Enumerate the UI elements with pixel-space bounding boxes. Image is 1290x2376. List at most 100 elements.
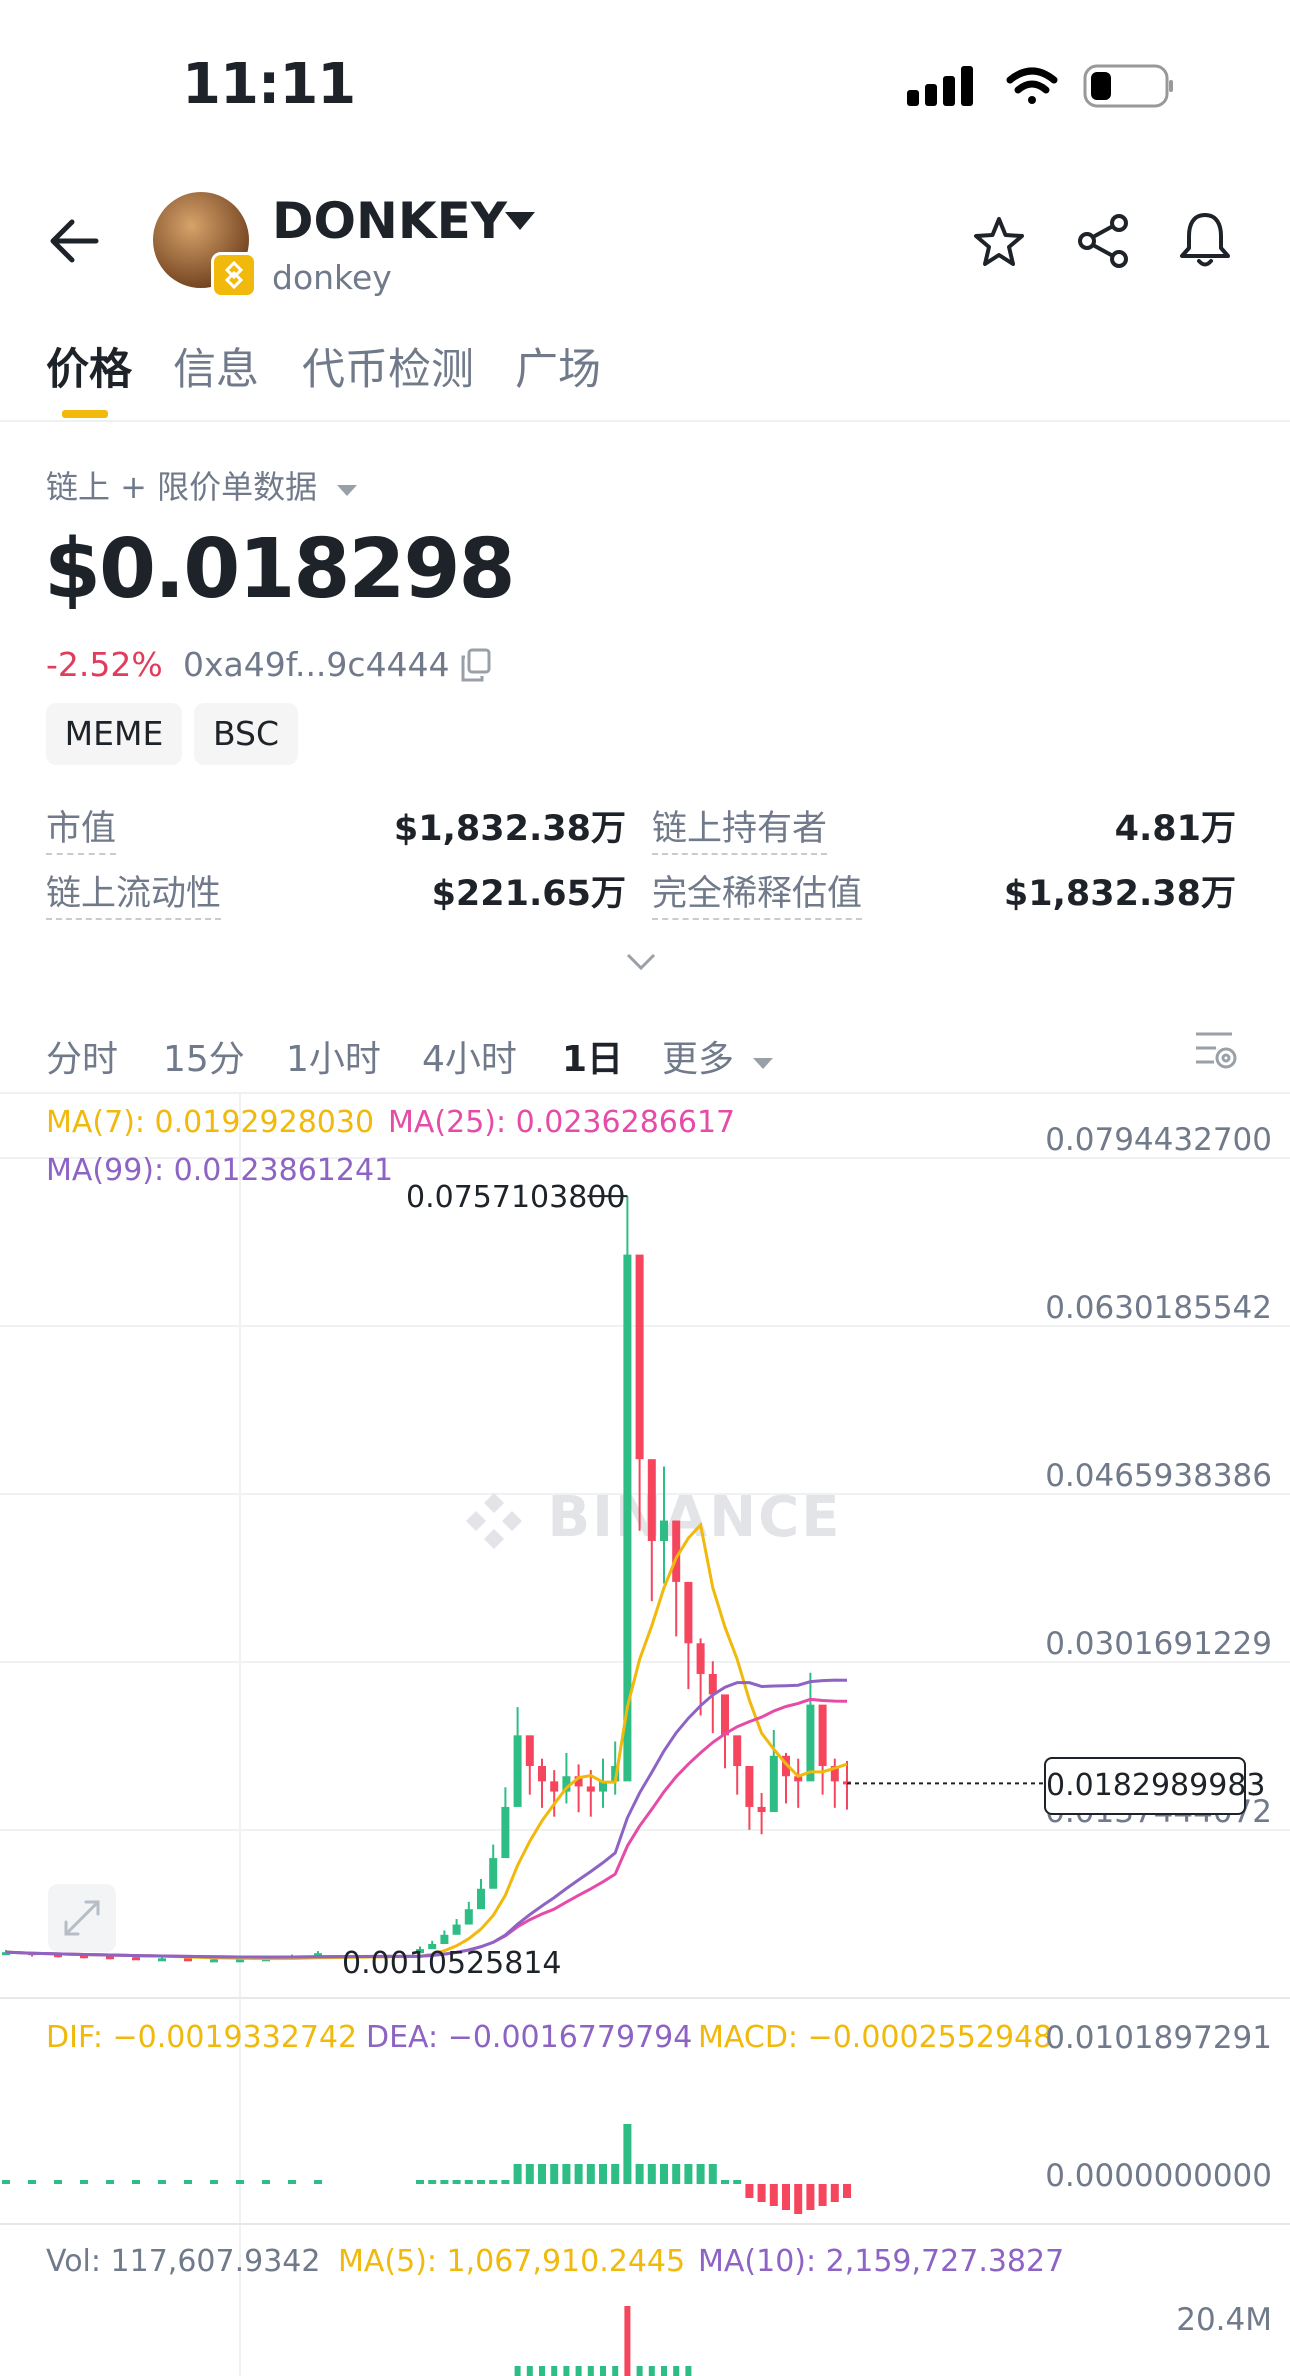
macd-histogram-bar — [28, 2180, 36, 2184]
tab-divider — [0, 420, 1290, 422]
candle-body — [464, 1909, 473, 1925]
macd-histogram-bar — [757, 2184, 766, 2202]
macd-histogram-bar — [721, 2180, 729, 2184]
bell-icon[interactable] — [1177, 210, 1233, 270]
macd-histogram-bar — [794, 2184, 803, 2214]
macd-histogram-bar — [684, 2164, 693, 2184]
current-price-tag: 0.0182989983 — [1044, 1757, 1266, 1815]
market-cap-label[interactable]: 市值 — [46, 800, 117, 855]
data-source-select[interactable]: 链上 + 限价单数据 — [46, 462, 359, 508]
macd-histogram-bar — [806, 2184, 815, 2210]
macd-axis-label: 0.0101897291 — [1045, 2020, 1272, 2056]
star-icon[interactable] — [971, 215, 1027, 269]
timeframe-15m[interactable]: 15分 — [163, 1030, 245, 1082]
macd-histogram-bar — [733, 2180, 742, 2184]
battery-icon — [1083, 64, 1173, 108]
candle-body — [745, 1766, 754, 1807]
macd-histogram-bar — [611, 2164, 620, 2184]
price-axis-label: 0.0465938386 — [1045, 1458, 1272, 1494]
timeframe-line[interactable]: 分时 — [46, 1030, 118, 1082]
macd-histogram-bar — [708, 2164, 717, 2184]
macd-histogram-bar — [550, 2164, 559, 2184]
macd-histogram-bar — [745, 2184, 754, 2198]
volume-bar — [551, 2366, 558, 2376]
copy-icon[interactable] — [460, 648, 492, 682]
macd-histogram-bar — [106, 2180, 114, 2184]
macd-histogram-bar — [236, 2180, 244, 2184]
dea-label: DEA: −0.0016779794 — [366, 2020, 693, 2055]
timeframe-more[interactable]: 更多 — [662, 1030, 775, 1082]
tag-meme[interactable]: MEME — [46, 703, 182, 765]
timeframe-more-label: 更多 — [662, 1039, 735, 1080]
macd-histogram-bar — [428, 2180, 437, 2184]
timeframe-4h[interactable]: 4小时 — [422, 1030, 517, 1082]
data-source-label: 链上 + 限价单数据 — [46, 468, 318, 506]
candle-body — [489, 1858, 498, 1889]
chart-settings-icon[interactable] — [1194, 1030, 1240, 1072]
macd-histogram-bar — [452, 2180, 461, 2184]
macd-histogram-bar — [574, 2164, 583, 2184]
tab-token-check[interactable]: 代币检测 — [302, 335, 474, 397]
ma99-line — [5, 1678, 848, 1959]
candle-body — [647, 1459, 656, 1541]
tab-info[interactable]: 信息 — [173, 335, 259, 397]
macd-histogram-bar — [477, 2180, 485, 2184]
liquidity-label[interactable]: 链上流动性 — [46, 865, 222, 920]
macd-axis-label: 0.0000000000 — [1045, 2158, 1272, 2194]
price-axis-label: 0.0794432700 — [1045, 1122, 1272, 1158]
macd-histogram-bar — [416, 2180, 424, 2184]
vol-ma10-label: MA(10): 2,159,727.3827 — [698, 2244, 1065, 2279]
tab-price[interactable]: 价格 — [46, 335, 132, 397]
ma7-label: MA(7): 0.0192928030 — [46, 1105, 375, 1140]
token-avatar — [153, 192, 257, 298]
share-icon[interactable] — [1075, 213, 1131, 269]
tag-bsc[interactable]: BSC — [194, 703, 298, 765]
signal-icon — [907, 66, 973, 106]
volume-bar — [526, 2366, 533, 2376]
macd-histogram-bar — [440, 2180, 449, 2184]
ma99-label: MA(99): 0.0123861241 — [46, 1153, 394, 1188]
volume-bar — [539, 2366, 545, 2376]
timeframe-1h[interactable]: 1小时 — [286, 1030, 381, 1082]
volume-bar — [673, 2366, 680, 2376]
volume-bar — [600, 2366, 606, 2376]
vol-ma5-label: MA(5): 1,067,910.2445 — [338, 2244, 686, 2279]
candle-body — [660, 1520, 668, 1541]
ma25-line — [5, 1697, 848, 1959]
candle-body — [477, 1888, 485, 1910]
macd-label: MACD: −0.0002552948 — [698, 2020, 1053, 2055]
candle-body — [806, 1704, 815, 1782]
holders-label[interactable]: 链上持有者 — [652, 800, 828, 855]
back-arrow-icon[interactable] — [48, 218, 100, 264]
macd-histogram-bar — [80, 2180, 88, 2184]
candle-body — [696, 1643, 705, 1674]
macd-histogram-bar — [288, 2180, 296, 2184]
candle-body — [721, 1694, 729, 1736]
candle-body — [106, 1956, 114, 1960]
volume-bar — [685, 2366, 692, 2376]
macd-histogram-bar — [314, 2180, 322, 2184]
macd-histogram-bar — [210, 2180, 218, 2184]
tab-square[interactable]: 广场 — [515, 335, 601, 397]
macd-histogram-bar — [660, 2164, 668, 2184]
candle-body — [733, 1735, 742, 1767]
chevron-down-icon[interactable] — [505, 212, 535, 232]
expand-chevron-icon[interactable] — [625, 952, 657, 972]
candle-body — [757, 1806, 766, 1813]
candle-body — [501, 1806, 510, 1859]
macd-histogram-bar — [696, 2164, 705, 2184]
volume-bar — [575, 2366, 582, 2376]
ma7-line — [5, 1521, 848, 1961]
candle-body — [538, 1766, 546, 1782]
token-title[interactable]: DONKEY — [272, 192, 507, 250]
fdv-label[interactable]: 完全稀释估值 — [652, 865, 863, 920]
macd-histogram-bar — [843, 2184, 851, 2198]
fullscreen-button[interactable] — [48, 1884, 116, 1952]
macd-histogram-bar — [562, 2164, 571, 2184]
price-change: -2.52% — [46, 645, 163, 684]
candle-body — [684, 1581, 693, 1644]
timeframe-1d[interactable]: 1日 — [562, 1030, 623, 1082]
macd-histogram-bar — [2, 2180, 10, 2184]
token-subtitle: donkey — [272, 258, 392, 297]
macd-histogram-bar — [158, 2180, 166, 2184]
